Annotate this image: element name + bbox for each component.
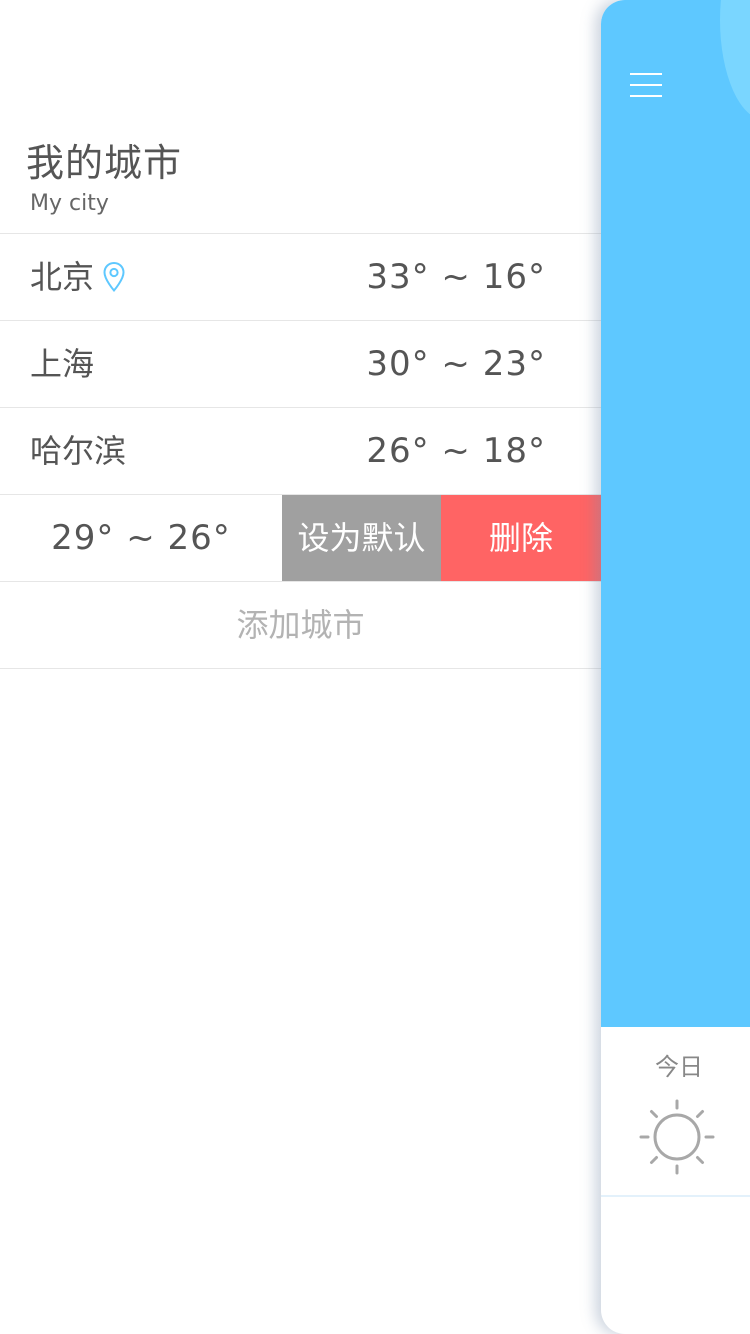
today-label: 今日 bbox=[655, 1053, 703, 1081]
drawer-subtitle: My city bbox=[30, 191, 109, 216]
delete-button[interactable]: 删除 bbox=[441, 495, 601, 581]
screen: 我的城市 My city 北京 33° ~ 16° 上海 30° ~ 23° 哈… bbox=[0, 0, 750, 1334]
today-forecast-card[interactable]: 今日 bbox=[601, 1027, 750, 1197]
city-temp: 30° ~ 23° bbox=[366, 344, 546, 384]
city-name: 上海 bbox=[30, 345, 95, 383]
city-list: 北京 33° ~ 16° 上海 30° ~ 23° 哈尔滨 26° ~ 18° … bbox=[0, 233, 601, 669]
city-row-swiped[interactable]: 29° ~ 26° 设为默认 删除 bbox=[0, 495, 601, 582]
city-name: 北京 bbox=[30, 258, 95, 296]
city-temp: 33° ~ 16° bbox=[366, 257, 546, 297]
drawer-title: 我的城市 bbox=[26, 141, 183, 185]
city-name: 哈尔滨 bbox=[30, 432, 127, 470]
city-row-harbin[interactable]: 哈尔滨 26° ~ 18° bbox=[0, 408, 601, 495]
city-row-shanghai[interactable]: 上海 30° ~ 23° bbox=[0, 321, 601, 408]
city-row-beijing[interactable]: 北京 33° ~ 16° bbox=[0, 234, 601, 321]
hero-decoration bbox=[720, 0, 750, 120]
weather-hero bbox=[601, 0, 750, 1027]
main-panel[interactable]: 今日 bbox=[601, 0, 750, 1334]
city-drawer: 我的城市 My city 北京 33° ~ 16° 上海 30° ~ 23° 哈… bbox=[0, 0, 601, 1334]
add-city-button[interactable]: 添加城市 bbox=[0, 582, 601, 669]
drawer-header: 我的城市 My city bbox=[26, 136, 182, 218]
city-name-wrap: 北京 bbox=[30, 234, 126, 320]
city-temp: 26° ~ 18° bbox=[366, 431, 546, 471]
sun-icon bbox=[639, 1099, 715, 1175]
set-default-button[interactable]: 设为默认 bbox=[282, 495, 441, 581]
menu-icon[interactable] bbox=[630, 73, 664, 99]
location-pin-icon bbox=[103, 261, 125, 293]
city-temp: 29° ~ 26° bbox=[51, 518, 231, 558]
